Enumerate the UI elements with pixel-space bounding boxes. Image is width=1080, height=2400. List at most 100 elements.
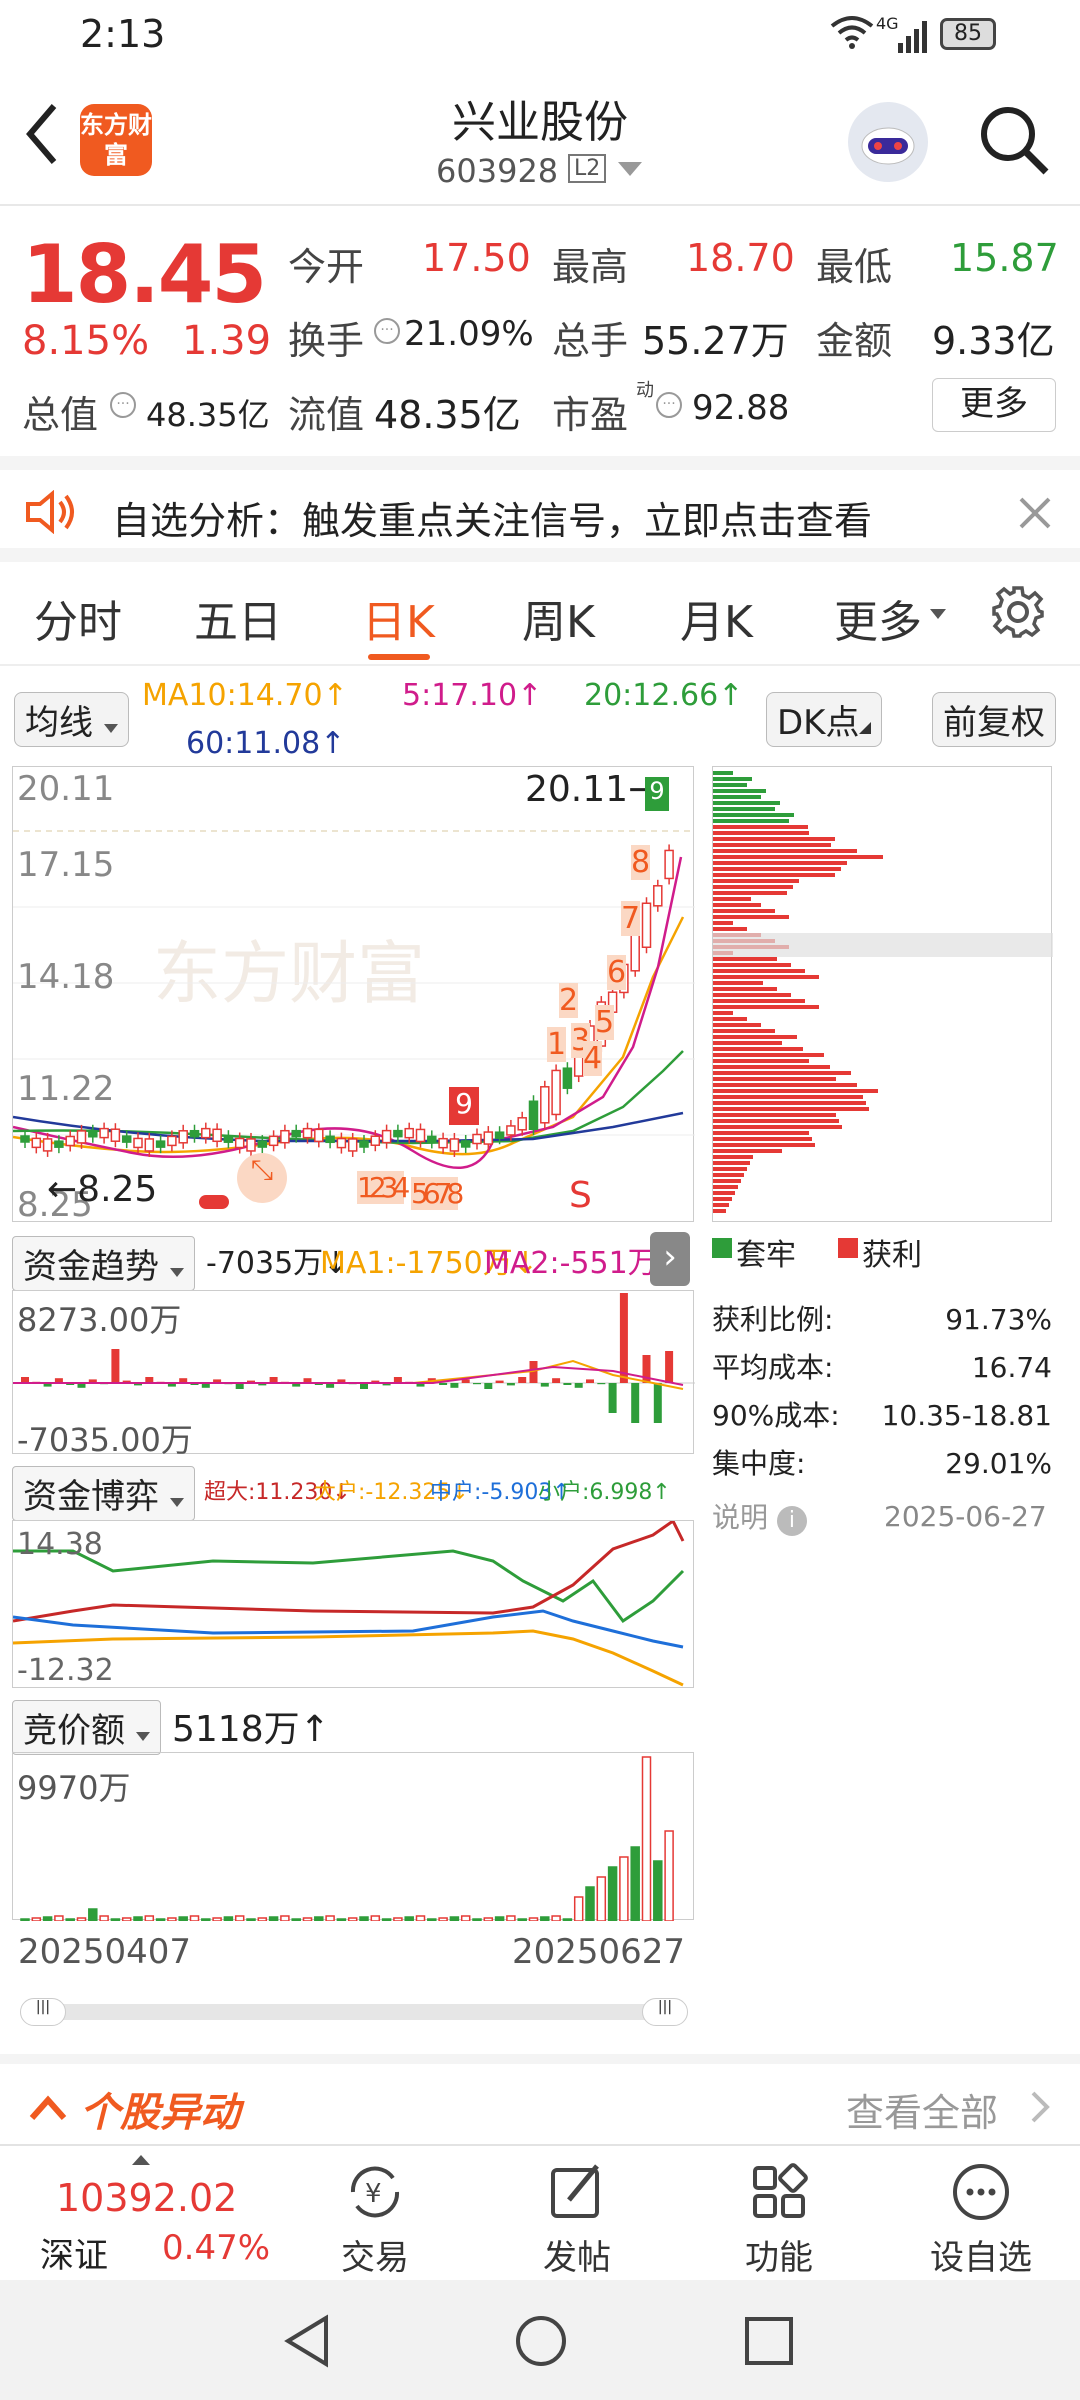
- anomaly-section[interactable]: 个股异动 查看全部: [0, 2054, 1080, 2144]
- info-icon[interactable]: ···: [374, 318, 400, 344]
- chip-bar: [713, 1167, 747, 1171]
- fund-bar: [506, 1383, 515, 1386]
- chip-stats: 获利比例: 91.73% 平均成本: 16.74 90%成本: 10.35-18.81…: [712, 1296, 1052, 1488]
- auction-bar: [664, 1830, 674, 1922]
- adjust-button[interactable]: 前复权: [932, 692, 1056, 747]
- cross-arrow-icon[interactable]: ⤡: [237, 1153, 287, 1203]
- chip-bar: [713, 1077, 836, 1081]
- up-arrow-icon: [132, 2150, 150, 2169]
- function-button[interactable]: 功能: [704, 2160, 854, 2279]
- signal-tag[interactable]: 1234: [357, 1171, 410, 1204]
- range-slider[interactable]: ||| |||: [20, 1998, 688, 2026]
- dropdown-icon[interactable]: [618, 162, 642, 182]
- fund-bar: [563, 1383, 572, 1385]
- signal-tag[interactable]: 4: [583, 1041, 603, 1076]
- fund-bar: [653, 1383, 662, 1423]
- slider-handle-right[interactable]: |||: [642, 1998, 688, 2026]
- trade-button[interactable]: ¥ 交易: [300, 2160, 450, 2279]
- system-nav-bar: [0, 2280, 1080, 2400]
- level2-badge[interactable]: L2: [568, 154, 607, 183]
- tab-monthly-k[interactable]: 月K: [680, 586, 753, 650]
- auction-selector[interactable]: 竞价额: [12, 1700, 161, 1755]
- chip-bar: [713, 1173, 744, 1177]
- fund-trend-selector[interactable]: 资金趋势: [12, 1236, 195, 1291]
- auction-bar: [31, 1917, 42, 1922]
- open-label: 今开: [288, 245, 365, 289]
- candle-body: [551, 1069, 561, 1116]
- signal-tag[interactable]: 8: [631, 845, 651, 880]
- chip-bar: [713, 861, 847, 865]
- auction-bar: [314, 1916, 324, 1922]
- ytick-0: 20.11: [17, 769, 115, 809]
- auction-bar: [110, 1918, 121, 1922]
- tab-daily-k[interactable]: 日K: [362, 586, 435, 650]
- nav-back-icon[interactable]: [282, 2314, 332, 2372]
- index-value[interactable]: 10392.02: [56, 2176, 237, 2220]
- battery-icon: 85: [940, 18, 996, 50]
- kline-chart[interactable]: 东方财富 20.11 17.15 14.18 11.22 8.25 20.11→…: [12, 766, 695, 1225]
- auction-bar: [76, 1917, 87, 1922]
- max-price-value: 20.11: [525, 769, 629, 810]
- info-icon[interactable]: ···: [656, 392, 682, 418]
- stat-label: 集中度:: [712, 1447, 806, 1480]
- tab-intraday[interactable]: 分时: [34, 586, 122, 650]
- chip-bar: [713, 1023, 761, 1027]
- chip-bar: [713, 909, 775, 913]
- chip-bar: [713, 1149, 782, 1153]
- nav-home-icon[interactable]: [514, 2314, 568, 2372]
- legend-trap-swatch: [712, 1238, 732, 1258]
- search-icon[interactable]: [976, 102, 1052, 182]
- gear-icon[interactable]: [990, 584, 1046, 644]
- sell-signal[interactable]: S: [569, 1175, 592, 1216]
- expand-arrow-button[interactable]: ›: [650, 1232, 690, 1286]
- notice-bar[interactable]: 自选分析：触发重点关注信号，立即点击查看: [0, 456, 1080, 562]
- dk-point-button[interactable]: DK点: [766, 692, 883, 747]
- close-icon[interactable]: [1018, 496, 1052, 534]
- signal-tag[interactable]: 7: [621, 901, 641, 936]
- signal-tag[interactable]: 5: [595, 1005, 615, 1040]
- chevron-up-icon: [28, 2092, 68, 2126]
- info-icon[interactable]: ···: [110, 392, 136, 418]
- auction-bar: [223, 1916, 234, 1922]
- auction-bar: [653, 1860, 663, 1922]
- function-label: 功能: [745, 2238, 813, 2278]
- candle-body: [630, 934, 640, 972]
- chip-bar: [713, 801, 780, 805]
- candle-body: [234, 1137, 245, 1149]
- signal-tag[interactable]: 5678: [411, 1177, 464, 1210]
- chip-bar: [713, 897, 751, 901]
- tab-five-day[interactable]: 五日: [194, 586, 282, 650]
- ma-selector[interactable]: 均线: [14, 692, 129, 747]
- auction-bar: [506, 1915, 516, 1922]
- auction-value: 5118万↑: [172, 1709, 330, 1750]
- float-value: 48.35亿: [374, 393, 521, 437]
- fund-game-selector[interactable]: 资金博弈: [12, 1466, 195, 1521]
- signal-tag[interactable]: 1: [547, 1027, 567, 1062]
- legend-trap: 套牢: [736, 1238, 796, 1273]
- more-button[interactable]: 更多: [932, 378, 1056, 432]
- high-value: 18.70: [686, 236, 795, 280]
- signal-dots: [199, 1195, 229, 1209]
- signal-tag[interactable]: 9: [449, 1087, 479, 1125]
- tab-weekly-k[interactable]: 周K: [522, 586, 595, 650]
- chip-bar: [713, 1113, 836, 1117]
- signal-tag[interactable]: 6: [607, 955, 627, 990]
- auction-bar: [88, 1908, 98, 1922]
- add-watchlist-button[interactable]: 设自选: [906, 2160, 1056, 2279]
- post-button[interactable]: 发帖: [502, 2160, 652, 2279]
- signal-tag[interactable]: 2: [559, 983, 579, 1018]
- robot-assistant-icon[interactable]: [848, 102, 928, 182]
- chip-stat-row: 集中度: 29.01%: [712, 1440, 1052, 1488]
- slider-handle-left[interactable]: |||: [20, 1998, 66, 2026]
- tab-more[interactable]: 更多: [834, 586, 922, 650]
- nav-recent-icon[interactable]: [744, 2316, 794, 2370]
- view-all-link[interactable]: 查看全部: [846, 2082, 998, 2137]
- chip-bar: [713, 975, 819, 979]
- fund-bar: [439, 1383, 448, 1385]
- chip-bar: [713, 837, 835, 841]
- signal-tag[interactable]: 9: [645, 777, 669, 811]
- chip-bar: [713, 1197, 732, 1201]
- chip-note[interactable]: 说明 i: [712, 1496, 807, 1536]
- chip-bar: [713, 885, 793, 889]
- amount-value: 9.33亿: [932, 319, 1055, 363]
